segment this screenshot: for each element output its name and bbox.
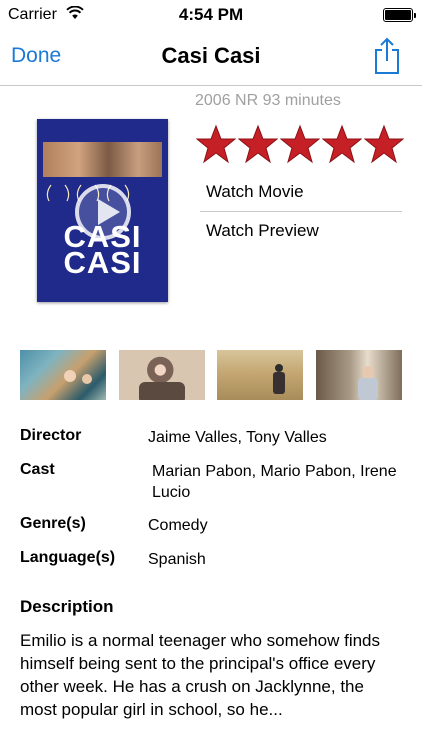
movie-meta: 2006 NR 93 minutes <box>195 92 341 109</box>
rating-stars <box>196 124 406 164</box>
screenshot-thumbnails <box>20 350 402 400</box>
genre-value: Comedy <box>148 517 208 534</box>
genre-label: Genre(s) <box>20 515 86 532</box>
battery-icon <box>383 8 416 22</box>
thumbnail[interactable] <box>316 350 402 400</box>
director-label: Director <box>20 427 82 444</box>
status-bar: Carrier 4:54 PM <box>0 0 422 30</box>
star-icon <box>322 124 362 164</box>
thumbnail[interactable] <box>119 350 205 400</box>
navigation-bar: Done Casi Casi <box>0 30 422 86</box>
share-icon[interactable] <box>372 36 402 76</box>
poster-photo <box>43 142 162 177</box>
language-value: Spanish <box>148 551 206 568</box>
star-icon <box>280 124 320 164</box>
play-icon[interactable] <box>75 184 131 240</box>
status-time: 4:54 PM <box>178 5 244 24</box>
description-heading: Description <box>20 597 114 616</box>
director-value: Jaime Valles, Tony Valles <box>148 429 327 446</box>
watch-preview-button[interactable]: Watch Preview <box>206 221 319 241</box>
thumbnail[interactable] <box>217 350 303 400</box>
page-title: Casi Casi <box>161 43 261 68</box>
cast-value: Marian Pabon, Mario Pabon, Irene Lucio <box>152 463 397 501</box>
cast-label: Cast <box>20 461 55 478</box>
star-icon <box>196 124 236 164</box>
star-icon <box>364 124 404 164</box>
language-label: Language(s) <box>20 549 116 566</box>
description-text: Emilio is a normal teenager who somehow … <box>20 631 381 719</box>
watch-movie-button[interactable]: Watch Movie <box>206 182 304 202</box>
divider <box>200 211 402 212</box>
star-icon <box>238 124 278 164</box>
thumbnail[interactable] <box>20 350 106 400</box>
